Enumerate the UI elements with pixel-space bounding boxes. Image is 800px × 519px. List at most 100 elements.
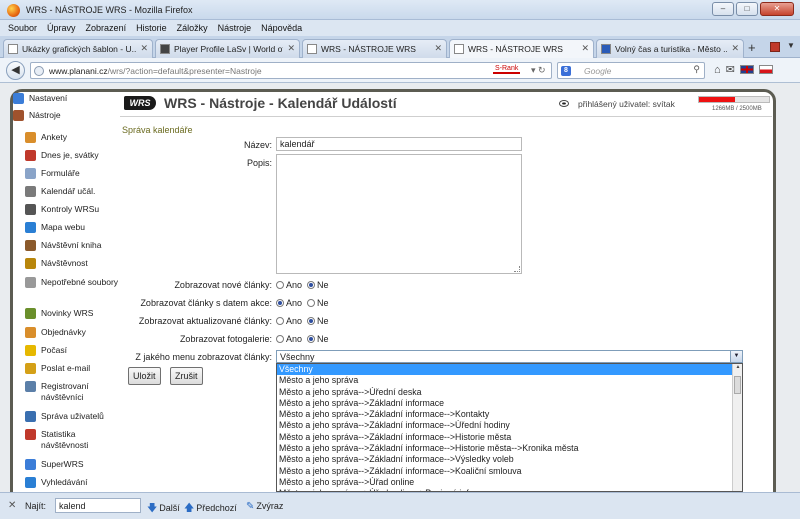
addon-icon[interactable] bbox=[770, 42, 780, 52]
window-titlebar: WRS - NÁSTROJE WRS - Mozilla Firefox – □… bbox=[0, 0, 800, 20]
sidebar-item[interactable]: Poslat e-mail bbox=[12, 363, 120, 374]
sidebar-item-label: Mapa webu bbox=[41, 222, 85, 232]
cz-flag-icon[interactable] bbox=[758, 65, 773, 74]
radio-yes[interactable] bbox=[276, 335, 284, 343]
sidebar-item[interactable]: Registrovaní návštěvníci bbox=[12, 381, 120, 403]
dropdown-option[interactable]: Město a jeho správa-->Základní informace… bbox=[277, 432, 732, 443]
dropdown-option[interactable]: Město a jeho správa-->Základní informace… bbox=[277, 420, 732, 431]
find-next-button[interactable]: 🡇 Další bbox=[147, 501, 180, 518]
sidebar-item-label: Statistika návštěvnosti bbox=[41, 429, 89, 450]
reload-icon[interactable]: ↻ bbox=[538, 65, 546, 75]
sidebar-item[interactable]: Kalendář učál. bbox=[12, 186, 120, 197]
close-icon[interactable]: ✕ bbox=[8, 500, 16, 511]
menu-select[interactable]: Všechny ▼ bbox=[276, 350, 743, 363]
navigation-bar: ◀ www.planani.cz/wrs/?action=default&pre… bbox=[0, 58, 800, 83]
sidebar-item[interactable]: Správa uživatelů bbox=[12, 411, 120, 422]
sidebar-item[interactable]: Návštěvnost bbox=[12, 258, 120, 269]
new-tab-button[interactable]: + bbox=[748, 40, 756, 55]
search-engine-icon[interactable]: 8 bbox=[561, 66, 571, 76]
radio-yes[interactable] bbox=[276, 281, 284, 289]
dropdown-option[interactable]: Všechny bbox=[277, 364, 732, 376]
tab-close-icon[interactable]: ✕ bbox=[140, 43, 148, 54]
tab-close-icon[interactable]: ✕ bbox=[434, 43, 442, 54]
sidebar-item[interactable]: SuperWRS bbox=[12, 459, 120, 470]
nazev-input[interactable]: kalendář bbox=[276, 137, 522, 151]
sidebar-item[interactable]: Dnes je, svátky bbox=[12, 150, 120, 161]
cancel-button[interactable]: Zrušit bbox=[170, 367, 203, 385]
sidebar-item[interactable]: Statistika návštěvnosti bbox=[12, 429, 120, 451]
wrench-icon bbox=[25, 204, 36, 215]
sidebar-item[interactable]: Kontroly WRSu bbox=[12, 204, 120, 215]
chevron-down-icon[interactable]: ▼ bbox=[730, 351, 742, 362]
dropdown-option[interactable]: Město a jeho správa bbox=[277, 375, 732, 386]
tab-player-profile[interactable]: Player Profile LaSv | World of ... ✕ bbox=[155, 39, 300, 58]
news-icon bbox=[25, 308, 36, 319]
sidebar-item[interactable]: Nastavení bbox=[12, 93, 120, 104]
search-icon[interactable]: ⚲ bbox=[693, 64, 700, 75]
dropdown-option[interactable]: Město a jeho správa-->Základní informace… bbox=[277, 466, 732, 477]
dropdown-option[interactable]: Město a jeho správa-->Úřední deska bbox=[277, 387, 732, 398]
dropdown-option[interactable]: Město a jeho správa-->Základní informace… bbox=[277, 409, 732, 420]
sidebar-item[interactable]: Vyhledávání bbox=[12, 477, 120, 488]
sidebar-item[interactable]: Nástroje bbox=[12, 110, 120, 121]
radio-no[interactable] bbox=[307, 335, 316, 343]
popis-textarea[interactable] bbox=[276, 154, 522, 274]
sidebar-item-label: Návštěvnost bbox=[41, 258, 88, 268]
tab-close-icon[interactable]: ✕ bbox=[287, 43, 295, 54]
firefox-logo-icon bbox=[7, 4, 20, 17]
radio-yes[interactable] bbox=[276, 317, 284, 325]
maximize-button[interactable]: □ bbox=[736, 2, 758, 16]
radio-no[interactable] bbox=[307, 299, 316, 307]
tab-list-icon[interactable]: ▼ bbox=[787, 41, 795, 50]
close-window-button[interactable]: ✕ bbox=[760, 2, 794, 16]
wrs-logo: WRS bbox=[124, 96, 156, 110]
arrow-up-icon: 🡅 bbox=[184, 503, 195, 514]
back-button[interactable]: ◀ bbox=[6, 61, 25, 80]
sidebar-item-label: Ankety bbox=[41, 132, 67, 142]
sidebar-item[interactable]: Mapa webu bbox=[12, 222, 120, 233]
dropdown-option[interactable]: Město a jeho správa-->Základní informace bbox=[277, 398, 732, 409]
sidebar-item-label: Nástroje bbox=[29, 110, 61, 120]
menu-soubor[interactable]: Soubor bbox=[8, 23, 37, 33]
radio-no[interactable] bbox=[307, 317, 316, 325]
sidebar-item-label: Vyhledávání bbox=[41, 477, 88, 487]
find-prev-button[interactable]: 🡅 Předchozí bbox=[184, 501, 237, 518]
dropdown-scrollbar[interactable]: ▲ bbox=[732, 364, 742, 491]
find-input[interactable]: kalend bbox=[55, 498, 141, 513]
mail-icon[interactable]: ✉ bbox=[726, 63, 735, 76]
menu-dropdown-list[interactable]: Všechny Město a jeho správa Město a jeho s… bbox=[276, 363, 743, 492]
tab-wrs-active[interactable]: WRS - NÁSTROJE WRS ✕ bbox=[449, 39, 594, 59]
menu-zobrazeni[interactable]: Zobrazení bbox=[86, 23, 127, 33]
radio-yes[interactable] bbox=[276, 299, 284, 307]
menu-upravy[interactable]: Úpravy bbox=[47, 23, 76, 33]
search-box[interactable]: 8 Google ⚲ bbox=[557, 62, 705, 79]
tab-close-icon[interactable]: ✕ bbox=[581, 43, 589, 54]
url-bar[interactable]: www.planani.cz/wrs/?action=default&prese… bbox=[30, 62, 552, 79]
home-icon[interactable]: ⌂ bbox=[714, 64, 721, 76]
save-button[interactable]: Uložit bbox=[128, 367, 161, 385]
scroll-up-icon[interactable]: ▲ bbox=[733, 364, 742, 372]
tab-wrs-1[interactable]: WRS - NÁSTROJE WRS ✕ bbox=[302, 39, 447, 58]
sidebar-item[interactable]: Formuláře bbox=[12, 168, 120, 179]
dropdown-option[interactable]: Město a jeho správa-->Základní informace… bbox=[277, 443, 732, 454]
highlight-all-button[interactable]: ✎ Zvýraz bbox=[246, 501, 283, 512]
sidebar-item[interactable]: Návštěvní kniha bbox=[12, 240, 120, 251]
scroll-thumb[interactable] bbox=[734, 376, 741, 394]
menu-nastroje[interactable]: Nástroje bbox=[218, 23, 252, 33]
tab-sablony[interactable]: Ukázky grafických šablon - U... ✕ bbox=[3, 39, 153, 58]
uk-flag-icon[interactable] bbox=[739, 65, 754, 74]
tab-volny-cas[interactable]: Volný čas a turistika - Město ... ✕ bbox=[596, 39, 744, 58]
srank-badge[interactable]: S-Rank bbox=[493, 65, 521, 74]
sidebar-item[interactable]: Ankety bbox=[12, 132, 120, 143]
radio-no[interactable] bbox=[307, 281, 316, 289]
menu-zalozky[interactable]: Záložky bbox=[177, 23, 208, 33]
dropdown-option[interactable]: Město a jeho správa-->Základní informace… bbox=[277, 454, 732, 465]
minimize-button[interactable]: – bbox=[712, 2, 734, 16]
sidebar-item-label: Správa uživatelů bbox=[41, 411, 104, 421]
menu-historie[interactable]: Historie bbox=[136, 23, 167, 33]
dropdown-option[interactable]: Město a jeho správa-->Úřad online bbox=[277, 477, 732, 488]
tab-close-icon[interactable]: ✕ bbox=[731, 43, 739, 54]
dropdown-arrow-icon[interactable]: ▾ bbox=[531, 65, 536, 75]
resize-handle[interactable] bbox=[514, 266, 520, 272]
menu-napoveda[interactable]: Nápověda bbox=[261, 23, 302, 33]
